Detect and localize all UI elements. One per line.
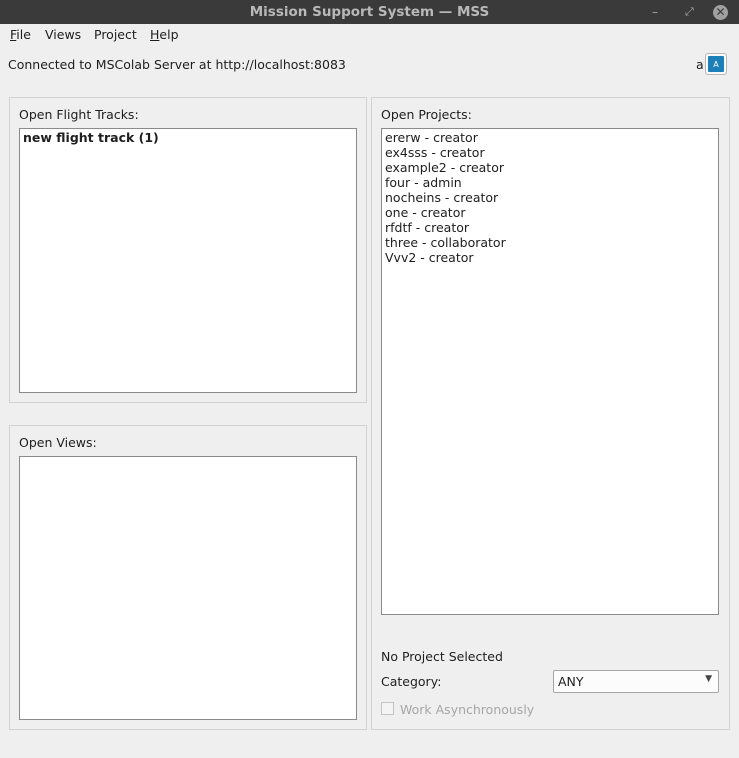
work-async-checkbox[interactable]: [381, 702, 394, 715]
views-label: Open Views:: [19, 435, 97, 450]
list-item[interactable]: ererw - creator: [385, 130, 715, 145]
flight-tracks-list[interactable]: new flight track (1): [19, 128, 357, 393]
list-item[interactable]: one - creator: [385, 205, 715, 220]
flight-tracks-label: Open Flight Tracks:: [19, 107, 139, 122]
window-title: Mission Support System — MSS: [249, 4, 490, 20]
list-item[interactable]: rfdtf - creator: [385, 220, 715, 235]
project-selection-status: No Project Selected: [381, 649, 503, 664]
list-item[interactable]: four - admin: [385, 175, 715, 190]
menu-help[interactable]: Help: [150, 27, 179, 42]
minimize-icon[interactable]: –: [652, 0, 658, 24]
work-async-label: Work Asynchronously: [400, 702, 535, 717]
projects-list[interactable]: ererw - creator ex4sss - creator example…: [381, 128, 719, 615]
list-item[interactable]: Vvv2 - creator: [385, 250, 715, 265]
connection-status: Connected to MSColab Server at http://lo…: [8, 57, 346, 72]
category-select[interactable]: ANY ▼: [553, 670, 719, 693]
category-value: ANY: [558, 674, 584, 689]
maximize-icon[interactable]: ⤢: [685, 0, 694, 24]
list-item[interactable]: three - collaborator: [385, 235, 715, 250]
menu-project[interactable]: Project: [94, 27, 137, 42]
category-label: Category:: [381, 674, 442, 689]
list-item[interactable]: new flight track (1): [23, 130, 353, 145]
list-item[interactable]: nocheins - creator: [385, 190, 715, 205]
list-item[interactable]: ex4sss - creator: [385, 145, 715, 160]
menu-views[interactable]: Views: [45, 27, 81, 42]
list-item[interactable]: example2 - creator: [385, 160, 715, 175]
title-bar: Mission Support System — MSS: [0, 0, 739, 24]
username-label: a: [696, 57, 704, 72]
projects-label: Open Projects:: [381, 107, 472, 122]
menu-bar: File Views Project Help: [0, 24, 739, 46]
chevron-down-icon: ▼: [705, 674, 712, 684]
user-avatar-button[interactable]: A: [705, 53, 727, 75]
avatar: A: [708, 56, 724, 72]
menu-file[interactable]: File: [10, 27, 31, 42]
views-list[interactable]: [19, 456, 357, 720]
close-icon[interactable]: ✕: [713, 0, 728, 24]
